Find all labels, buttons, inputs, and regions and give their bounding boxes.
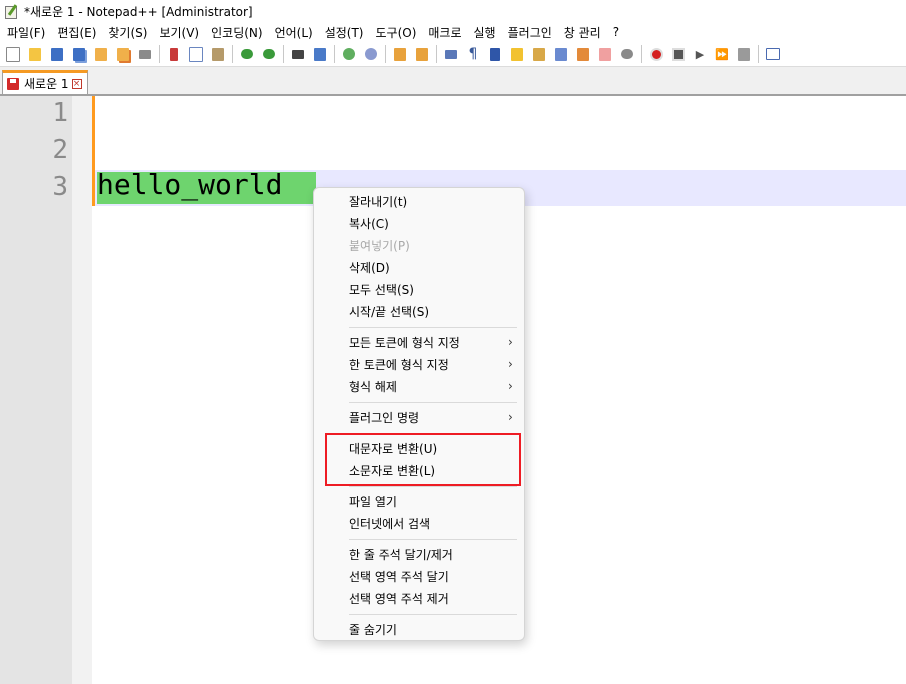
redo-icon[interactable]: [260, 45, 278, 63]
close-tab-icon[interactable]: ×: [71, 78, 82, 89]
menu-item-paste: 붙여넣기(P): [349, 238, 410, 253]
notepad-plus-plus-icon: [4, 4, 18, 19]
menu-settings[interactable]: 설정(T): [318, 24, 369, 41]
submenu-arrow-icon: ›: [508, 335, 513, 349]
word-wrap-icon[interactable]: [442, 45, 460, 63]
menu-separator: [349, 486, 517, 487]
line-number: 1: [52, 98, 68, 128]
line-number: 2: [52, 135, 68, 165]
menu-item-cut[interactable]: 잘라내기(t): [314, 190, 524, 212]
replace-icon[interactable]: [311, 45, 329, 63]
tab-new-1[interactable]: 새로운 1 ×: [2, 70, 88, 94]
menu-language[interactable]: 언어(L): [268, 24, 318, 41]
menu-item-clear-style[interactable]: 형식 해제 ›: [314, 375, 524, 397]
menu-window[interactable]: 창 관리: [557, 24, 606, 41]
toolbar-separator: [436, 45, 437, 63]
toolbar-separator: [283, 45, 284, 63]
menu-item-toggle-single-comment[interactable]: 한 줄 주석 달기/제거: [314, 543, 524, 565]
submenu-arrow-icon: ›: [508, 410, 513, 424]
language-icon[interactable]: [508, 45, 526, 63]
folder-as-workspace-icon[interactable]: [574, 45, 592, 63]
cut-icon[interactable]: [165, 45, 183, 63]
menu-tools[interactable]: 도구(O): [369, 24, 422, 41]
toolbar-separator: [641, 45, 642, 63]
stop-record-icon[interactable]: [669, 45, 687, 63]
save-icon[interactable]: [48, 45, 66, 63]
sync-vertical-icon[interactable]: [391, 45, 409, 63]
menu-item-plugin-commands[interactable]: 플러그인 명령 ›: [314, 406, 524, 428]
run-multiple-macro-icon[interactable]: ⏩: [713, 45, 731, 63]
context-menu: 잘라내기(t) 복사(C) 붙여넣기(P) 삭제(D) 모두 선택(S) 시작/…: [313, 187, 525, 641]
menu-item-block-comment[interactable]: 선택 영역 주석 달기: [314, 565, 524, 587]
line-number: 3: [52, 172, 68, 202]
menu-encoding[interactable]: 인코딩(N): [204, 24, 267, 41]
tab-bar: 새로운 1 ×: [0, 67, 906, 96]
paste-icon[interactable]: [209, 45, 227, 63]
menu-search[interactable]: 찾기(S): [101, 24, 152, 41]
code-line-3[interactable]: hello_world: [97, 168, 282, 201]
submenu-arrow-icon: ›: [508, 357, 513, 371]
undo-icon[interactable]: [238, 45, 256, 63]
zoom-in-icon[interactable]: [340, 45, 358, 63]
indent-guide-icon[interactable]: [486, 45, 504, 63]
menu-item-delete[interactable]: 삭제(D): [314, 256, 524, 278]
menu-separator: [349, 327, 517, 328]
close-icon[interactable]: [92, 45, 110, 63]
unsaved-file-icon: [7, 77, 19, 90]
toolbar-separator: [232, 45, 233, 63]
sync-horizontal-icon[interactable]: [413, 45, 431, 63]
submenu-arrow-icon: ›: [508, 379, 513, 393]
highlight-annotation-box: [325, 433, 521, 486]
menu-item-open-file[interactable]: 파일 열기: [314, 490, 524, 512]
menu-macro[interactable]: 매크로: [421, 24, 466, 41]
menu-plugins[interactable]: 플러그인: [501, 24, 557, 41]
toolbar-separator: [334, 45, 335, 63]
toolbar-separator: [385, 45, 386, 63]
menu-item-style-all-occurrences[interactable]: 모든 토큰에 형식 지정 ›: [314, 331, 524, 353]
menu-item-block-uncomment[interactable]: 선택 영역 주석 제거: [314, 587, 524, 609]
copy-icon[interactable]: [187, 45, 205, 63]
menu-separator: [349, 614, 517, 615]
menu-run[interactable]: 실행: [467, 24, 501, 41]
new-file-icon[interactable]: [4, 45, 22, 63]
toolbar-separator: [758, 45, 759, 63]
monitoring-icon[interactable]: [596, 45, 614, 63]
menu-item-begin-end-select[interactable]: 시작/끝 선택(S): [314, 300, 524, 322]
menu-edit[interactable]: 편집(E): [50, 24, 101, 41]
menu-view[interactable]: 보기(V): [152, 24, 204, 41]
open-file-icon[interactable]: [26, 45, 44, 63]
function-list-icon[interactable]: [552, 45, 570, 63]
menu-item-hide-lines[interactable]: 줄 숨기기: [314, 618, 524, 640]
record-macro-icon[interactable]: [647, 45, 665, 63]
play-macro-icon[interactable]: ▶: [691, 45, 709, 63]
toolbar: ¶ ▶ ⏩: [0, 42, 906, 67]
close-all-icon[interactable]: [114, 45, 132, 63]
menu-item-select-all[interactable]: 모두 선택(S): [314, 278, 524, 300]
menu-separator: [349, 539, 517, 540]
zoom-out-icon[interactable]: [362, 45, 380, 63]
tab-label: 새로운 1: [24, 77, 69, 91]
fold-margin[interactable]: [72, 96, 92, 684]
menu-help[interactable]: ?: [606, 25, 624, 39]
doc-map-icon[interactable]: [530, 45, 548, 63]
menu-item-style-one-token[interactable]: 한 토큰에 형식 지정 ›: [314, 353, 524, 375]
menu-item-copy[interactable]: 복사(C): [314, 212, 524, 234]
save-all-icon[interactable]: [70, 45, 88, 63]
print-icon[interactable]: [136, 45, 154, 63]
find-icon[interactable]: [289, 45, 307, 63]
plugin-icon[interactable]: [618, 45, 636, 63]
launch-icon[interactable]: [764, 45, 782, 63]
menu-file[interactable]: 파일(F): [0, 24, 50, 41]
title-bar: *새로운 1 - Notepad++ [Administrator]: [0, 0, 906, 22]
show-all-chars-icon[interactable]: ¶: [464, 45, 482, 63]
menu-item-search-internet[interactable]: 인터넷에서 검색: [314, 512, 524, 534]
menu-separator: [349, 402, 517, 403]
save-macro-icon[interactable]: [735, 45, 753, 63]
toolbar-separator: [159, 45, 160, 63]
window-title: *새로운 1 - Notepad++ [Administrator]: [24, 4, 253, 19]
menu-bar: 파일(F) 편집(E) 찾기(S) 보기(V) 인코딩(N) 언어(L) 설정(…: [0, 22, 906, 42]
